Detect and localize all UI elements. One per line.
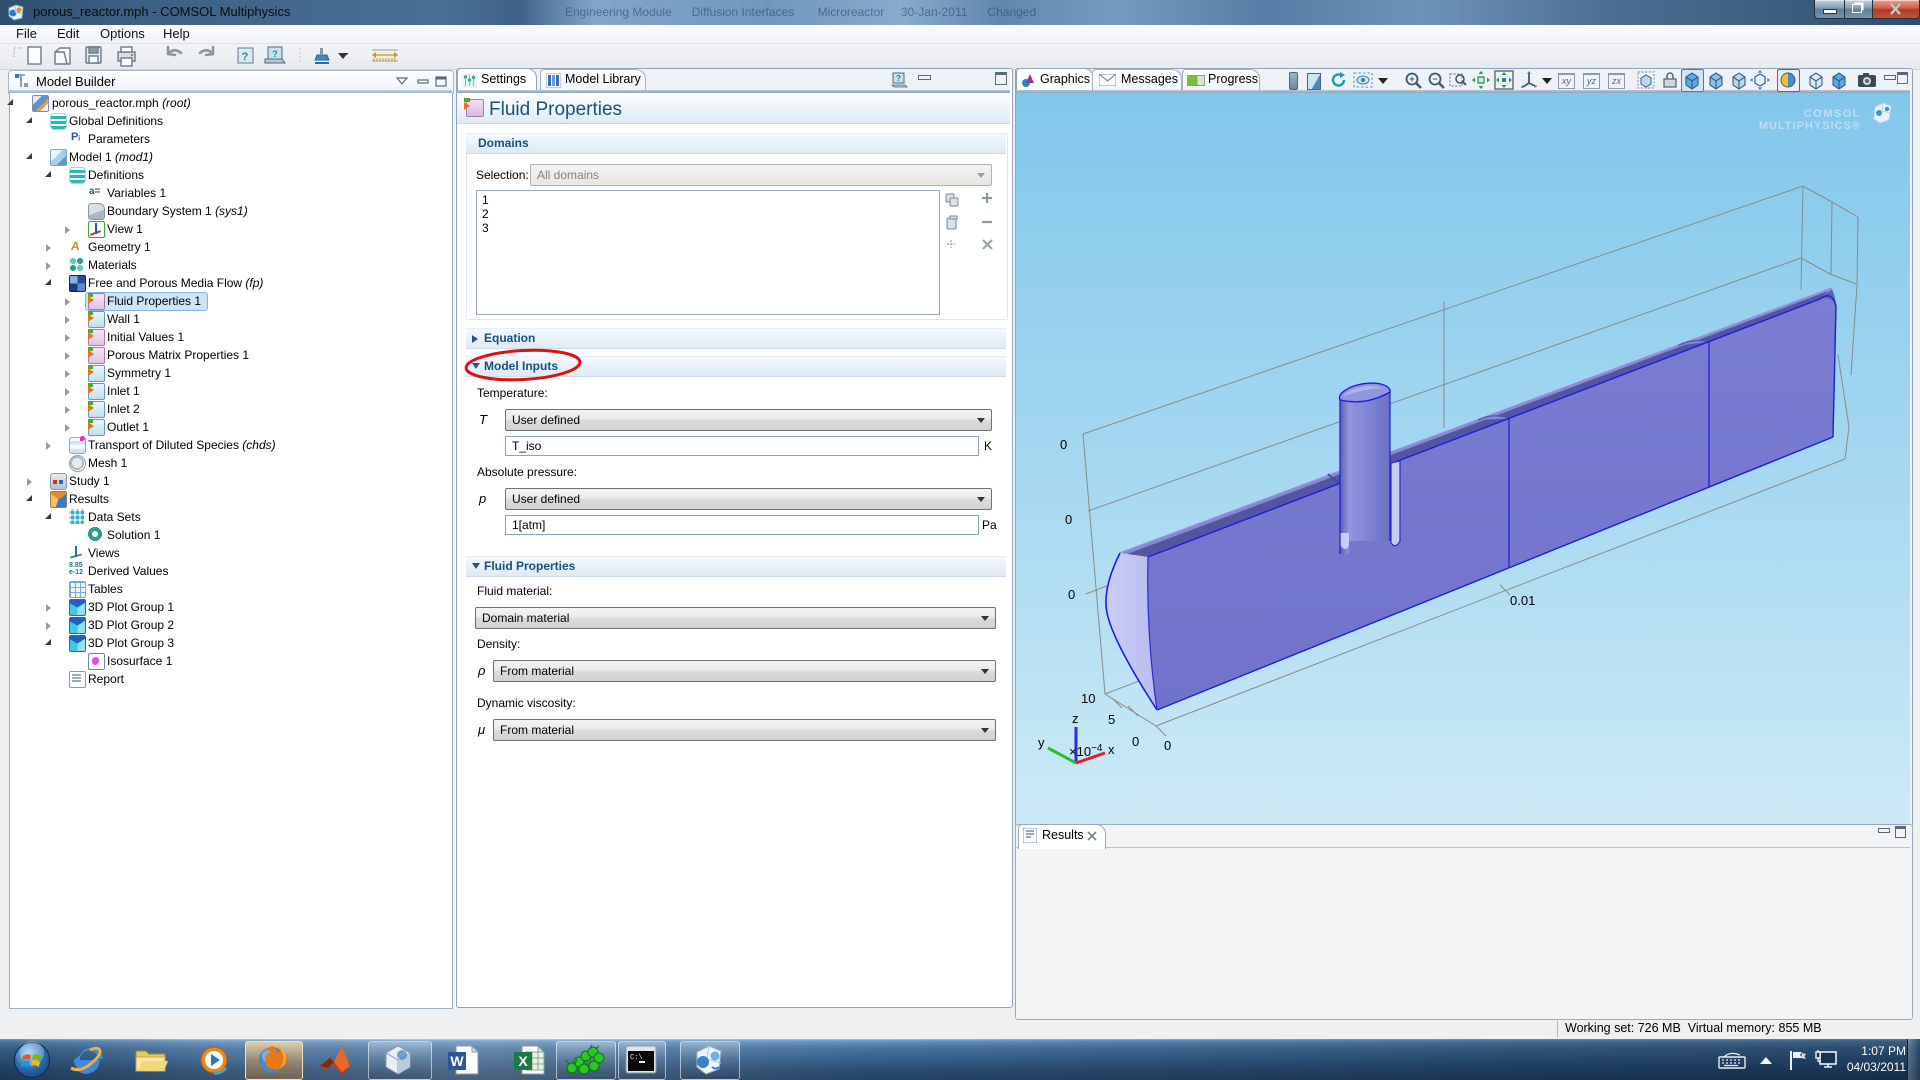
svg-text:C:\: C:\: [630, 1054, 643, 1062]
svg-text:z: z: [1072, 711, 1079, 726]
svg-text:COMSOL: COMSOL: [1804, 108, 1861, 120]
svg-text:0: 0: [1164, 738, 1171, 753]
svg-text:?: ?: [896, 74, 901, 83]
svg-text:0: 0: [1065, 512, 1072, 527]
svg-text:?: ?: [242, 51, 249, 63]
svg-text:W: W: [450, 1053, 464, 1069]
svg-text:10: 10: [1081, 691, 1095, 706]
svg-text:+: +: [1409, 74, 1414, 84]
svg-text:X: X: [518, 1053, 528, 1069]
svg-text:MULTIPHYSICS®: MULTIPHYSICS®: [1759, 120, 1861, 132]
svg-text:0: 0: [1060, 437, 1067, 452]
svg-text:y: y: [1038, 735, 1045, 750]
svg-text:5: 5: [1108, 712, 1115, 727]
svg-text:0.01: 0.01: [1510, 593, 1535, 608]
svg-text:x: x: [1108, 742, 1115, 757]
svg-text:−: −: [1432, 74, 1437, 84]
svg-text:0: 0: [1068, 587, 1075, 602]
svg-text:0: 0: [1132, 734, 1139, 749]
svg-text:?: ?: [272, 49, 278, 59]
